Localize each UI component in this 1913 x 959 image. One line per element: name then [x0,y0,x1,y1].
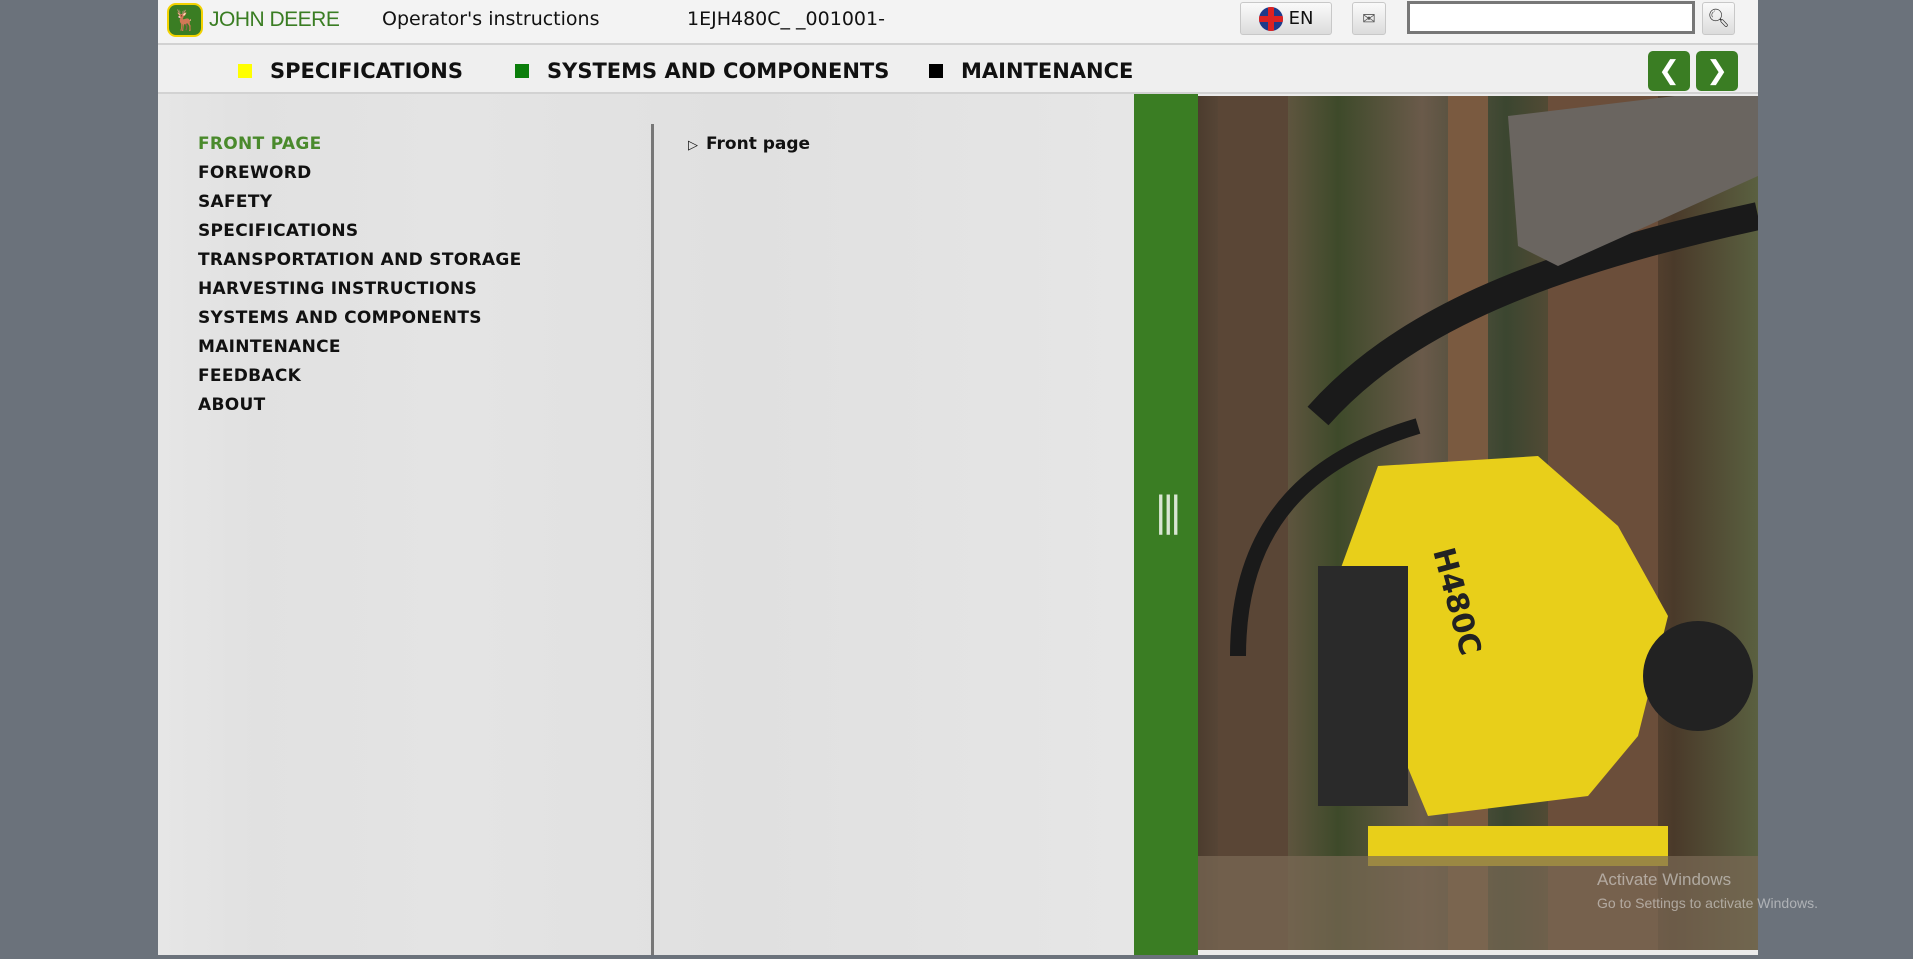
header: 🦌 JOHN DEERE Operator's instructions 1EJ… [158,0,1758,45]
nav-label: SYSTEMS AND COMPONENTS [547,59,890,83]
triangle-right-icon: ▷ [688,138,698,153]
language-label: EN [1288,8,1314,29]
document-code: 1EJH480C_ _001001- [687,8,885,30]
grip-handle-icon[interactable]: ||| [1154,489,1183,535]
tree-item-label: Front page [706,134,811,154]
john-deere-logo[interactable]: 🦌 JOHN DEERE [167,3,340,37]
chevron-right-icon: ❯ [1706,56,1728,86]
harvester-illustration: H480C [1198,96,1758,950]
feedback-mail-button[interactable]: ✉ [1352,2,1386,35]
harvester-head-photo: H480C [1198,96,1758,950]
nav-label: MAINTENANCE [961,59,1134,83]
nav-specifications[interactable]: SPECIFICATIONS [238,59,463,83]
toc-item-foreword[interactable]: FOREWORD [198,159,522,188]
language-button[interactable]: EN [1240,2,1332,35]
toc-item-transportation[interactable]: TRANSPORTATION AND STORAGE [198,246,522,275]
envelope-open-icon: ✉ [1362,9,1376,28]
uk-flag-icon [1258,6,1283,31]
toc-item-maintenance[interactable]: MAINTENANCE [198,333,522,362]
activate-windows-watermark: Activate Windows [1597,870,1732,889]
column-divider [651,124,654,955]
content-area: FRONT PAGE FOREWORD SAFETY SPECIFICATION… [158,94,1134,955]
app-window: 🦌 JOHN DEERE Operator's instructions 1EJ… [158,0,1758,955]
next-page-button[interactable]: ❯ [1696,51,1738,91]
toc-item-feedback[interactable]: FEEDBACK [198,362,522,391]
search-icon: 🔍︎ [1707,8,1730,29]
activate-windows-subtext: Go to Settings to activate Windows. [1597,895,1818,911]
yellow-square-icon [238,64,252,78]
black-square-icon [929,64,943,78]
green-square-icon [515,64,529,78]
splitter-bar[interactable]: ||| [1134,94,1198,955]
nav-systems-and-components[interactable]: SYSTEMS AND COMPONENTS [515,59,889,83]
search-input[interactable] [1407,1,1695,34]
chevron-left-icon: ❮ [1658,56,1680,86]
toc-item-about[interactable]: ABOUT [198,391,522,420]
toc-item-harvesting[interactable]: HARVESTING INSTRUCTIONS [198,275,522,304]
toc-item-specifications[interactable]: SPECIFICATIONS [198,217,522,246]
search-button[interactable]: 🔍︎ [1702,2,1735,35]
toc-item-front-page[interactable]: FRONT PAGE [198,130,522,159]
manual-title: Operator's instructions [382,8,600,30]
nav-maintenance[interactable]: MAINTENANCE [929,59,1133,83]
previous-page-button[interactable]: ❮ [1648,51,1690,91]
toc-item-safety[interactable]: SAFETY [198,188,522,217]
deer-icon: 🦌 [167,3,203,37]
nav-label: SPECIFICATIONS [270,59,463,83]
table-of-contents: FRONT PAGE FOREWORD SAFETY SPECIFICATION… [198,130,522,420]
brand-name: JOHN DEERE [209,8,340,31]
toc-item-systems[interactable]: SYSTEMS AND COMPONENTS [198,304,522,333]
tree-item-front-page[interactable]: ▷ Front page [688,130,810,160]
section-nav: SPECIFICATIONS SYSTEMS AND COMPONENTS MA… [158,45,1758,94]
